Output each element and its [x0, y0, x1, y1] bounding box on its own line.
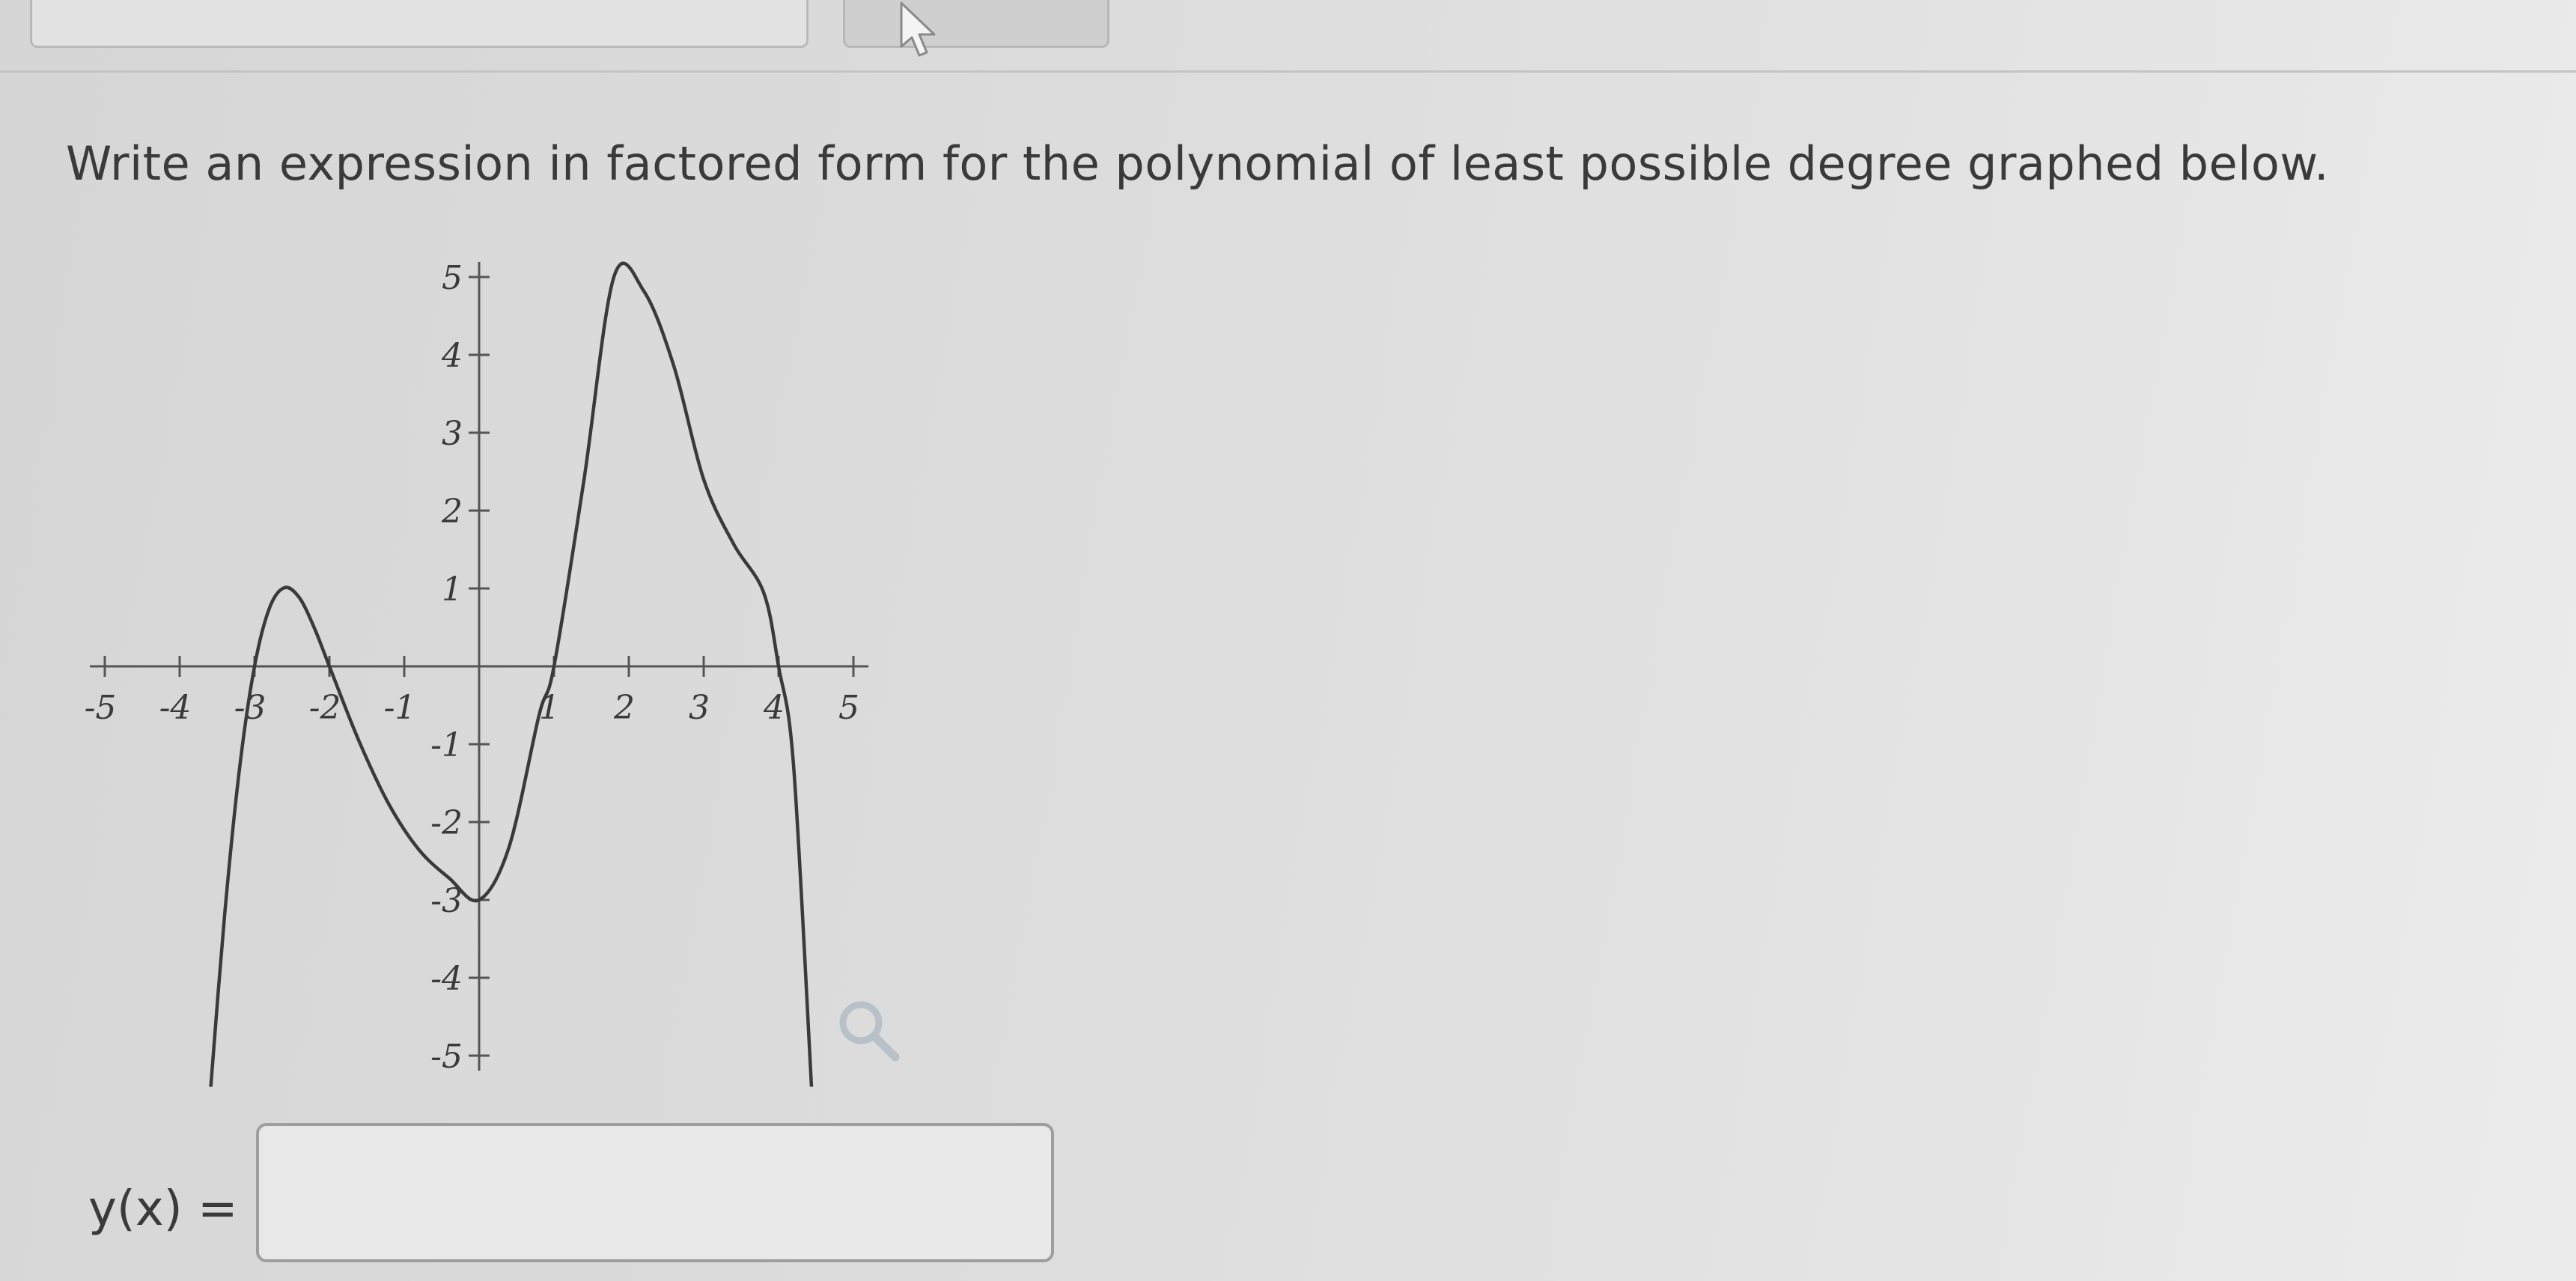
y-tick-label: -1 [430, 726, 463, 764]
x-tick-label: 3 [689, 689, 710, 727]
top-tab-right[interactable] [843, 0, 1109, 48]
x-tick-label: -2 [309, 689, 341, 727]
x-tick-label: -1 [384, 689, 416, 727]
y-tick-label: 4 [441, 337, 463, 375]
x-tick-label: 5 [838, 689, 859, 727]
y-tick-label: -4 [430, 960, 463, 998]
y-tick-label: -5 [430, 1038, 463, 1076]
mouse-cursor-icon [900, 1, 936, 57]
polynomial-graph: -5 -4 -3 -2 -1 1 2 3 4 5 -5 -4 -3 -2 -1 1 2 3 4 5 [45, 247, 928, 1096]
x-tick-label: 2 [613, 689, 635, 727]
header-divider [0, 70, 2576, 73]
answer-label: y(x) = [88, 1181, 238, 1237]
x-tick-label: -5 [85, 689, 117, 727]
x-tick-label: -4 [159, 689, 192, 727]
y-tick-label: -2 [430, 804, 463, 842]
magnifier-zoom-icon[interactable] [832, 994, 904, 1066]
graph-svg: -5 -4 -3 -2 -1 1 2 3 4 5-5-4-3-2-112345 [85, 259, 868, 1087]
y-tick-label: 5 [442, 259, 463, 297]
y-tick-label: 1 [442, 570, 463, 609]
y-tick-label: 3 [442, 415, 463, 453]
x-tick-label: 4 [763, 689, 785, 727]
top-tab-left[interactable] [30, 0, 809, 48]
answer-input[interactable] [256, 1123, 1054, 1262]
polynomial-curve [209, 261, 814, 1087]
y-tick-label: 2 [441, 493, 463, 531]
question-text: Write an expression in factored form for… [66, 136, 2330, 191]
